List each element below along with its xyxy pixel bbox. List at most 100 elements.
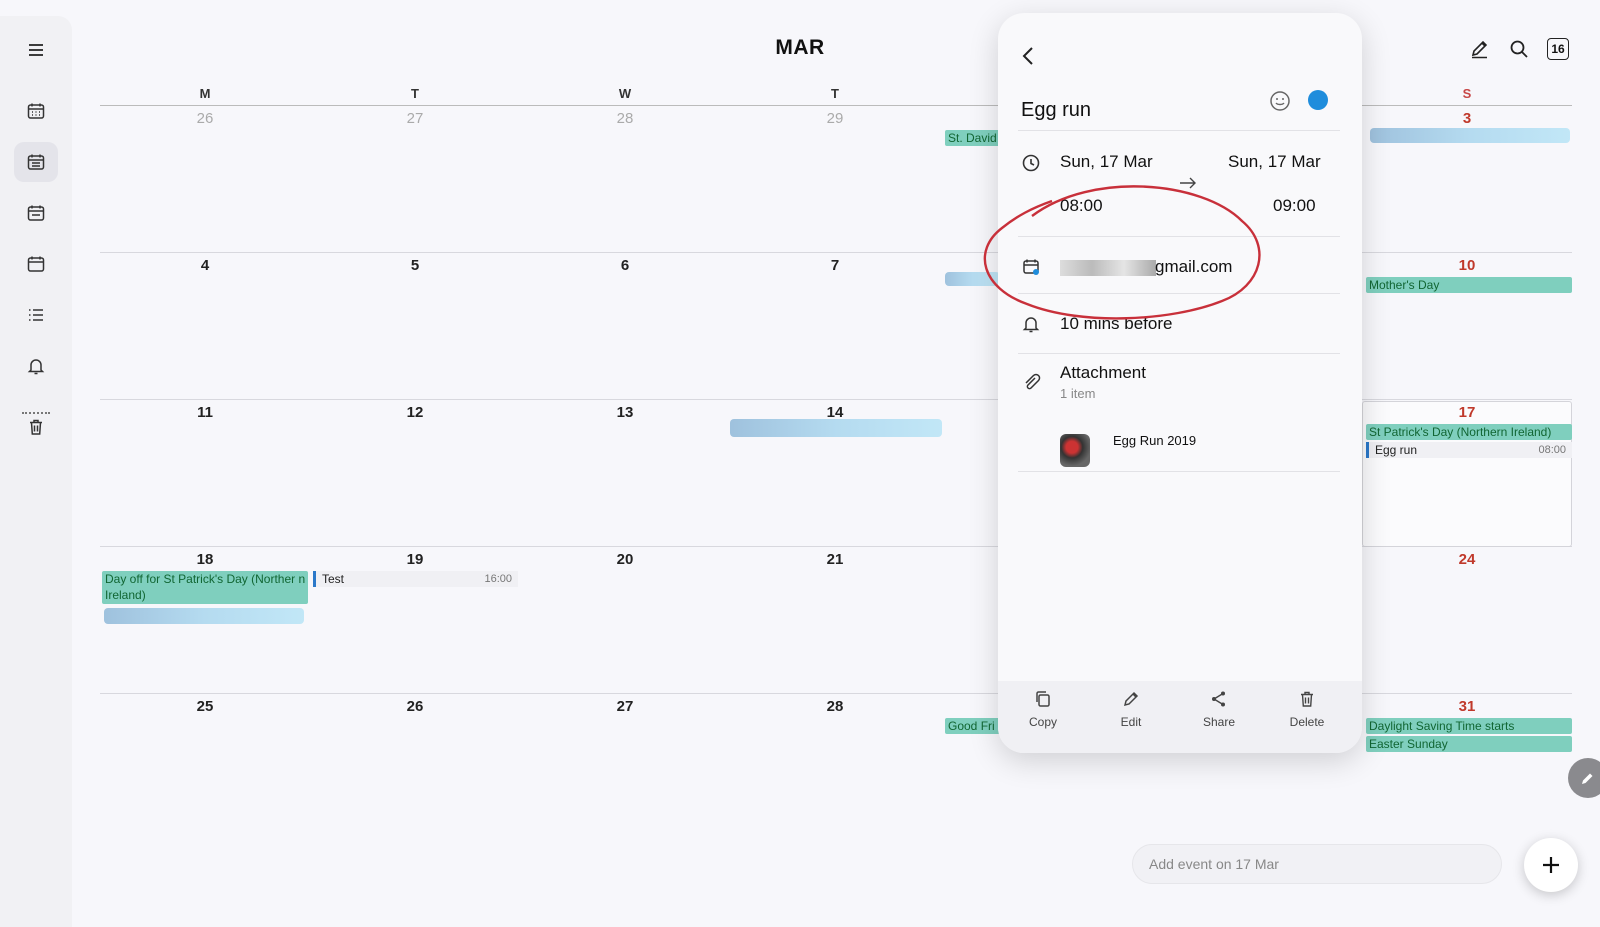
redacted-event	[104, 608, 304, 624]
bell-icon	[1022, 317, 1040, 333]
copy-button[interactable]: Copy	[1008, 689, 1078, 731]
redacted-event	[945, 272, 1000, 286]
day-cell[interactable]: 19	[310, 551, 520, 568]
delete-label: Delete	[1289, 715, 1325, 729]
event-title: Egg run	[1021, 99, 1092, 121]
event-dst-starts[interactable]: Daylight Saving Time starts	[1366, 718, 1572, 734]
day-cell[interactable]: 6	[520, 257, 730, 274]
share-icon	[1212, 691, 1225, 707]
day-cell[interactable]: 28	[520, 110, 730, 127]
event-st-patricks-day[interactable]: St Patrick's Day (Northern Ireland)	[1366, 424, 1572, 440]
day-view-icon[interactable]	[14, 244, 58, 284]
day-cell[interactable]: 27	[310, 110, 520, 127]
day-cell[interactable]: 24	[1362, 551, 1572, 568]
reminder-bell-icon[interactable]	[14, 346, 58, 386]
edit-icon	[1123, 691, 1139, 707]
delete-icon	[1301, 691, 1313, 707]
divider	[1018, 353, 1340, 354]
day-cell[interactable]: 25	[100, 698, 310, 715]
day-cell[interactable]: 27	[520, 698, 730, 715]
copy-label: Copy	[1028, 715, 1057, 729]
attachment-filename[interactable]: Egg Run 2019	[1113, 433, 1196, 448]
redacted-event	[1370, 128, 1570, 143]
event-time: 16:00	[484, 573, 512, 585]
share-button[interactable]: Share	[1184, 689, 1254, 731]
attachment-count: 1 item	[1060, 386, 1096, 401]
weekday-wed: W	[618, 86, 632, 101]
pencil-icon	[1582, 773, 1593, 784]
weekday-thu: T	[831, 86, 839, 101]
attachment-label: Attachment	[1060, 363, 1146, 382]
floating-edit-button[interactable]	[1568, 758, 1600, 798]
divider	[1018, 293, 1340, 294]
emoji-icon[interactable]	[1268, 89, 1292, 113]
end-time[interactable]: 09:00	[1273, 196, 1316, 216]
day-cell[interactable]: 21	[730, 551, 940, 568]
paperclip-icon	[1025, 373, 1041, 390]
day-cell[interactable]: 13	[520, 404, 730, 421]
selected-day-cell[interactable]	[1362, 401, 1572, 547]
edit-pen-icon[interactable]	[1467, 36, 1493, 62]
divider	[1018, 471, 1340, 472]
menu-icon[interactable]	[14, 30, 58, 70]
event-title: Egg run	[1375, 443, 1418, 457]
reminder-text[interactable]: 10 mins before	[1060, 314, 1172, 334]
day-cell[interactable]: 10	[1362, 257, 1572, 274]
event-title: Test	[322, 572, 345, 586]
day-cell[interactable]: 26	[310, 698, 520, 715]
calendar-account[interactable]: gmail.com	[1155, 257, 1232, 277]
event-good-friday[interactable]: Good Fri	[945, 718, 1005, 734]
day-cell[interactable]: 17	[1362, 404, 1572, 421]
add-event-input[interactable]: Add event on 17 Mar	[1132, 844, 1502, 884]
edit-button[interactable]: Edit	[1096, 689, 1166, 731]
day-cell[interactable]: 31	[1362, 698, 1572, 715]
divider	[1018, 236, 1340, 237]
search-icon[interactable]	[1506, 36, 1532, 62]
end-date[interactable]: Sun, 17 Mar	[1228, 152, 1321, 172]
start-time[interactable]: 08:00	[1060, 196, 1103, 216]
today-date-label: 16	[1547, 38, 1569, 60]
event-detail-panel: Egg run Sun, 17 Mar Sun, 17 Mar 08:00 09…	[998, 13, 1362, 753]
day-cell[interactable]: 28	[730, 698, 940, 715]
day-cell[interactable]: 7	[730, 257, 940, 274]
sidebar	[0, 16, 72, 927]
start-date[interactable]: Sun, 17 Mar	[1060, 152, 1153, 172]
event-test[interactable]: Test 16:00	[313, 571, 518, 587]
year-view-icon[interactable]	[14, 91, 58, 131]
share-label: Share	[1202, 715, 1236, 729]
event-st-david[interactable]: St. David	[945, 130, 1005, 146]
back-arrow-icon[interactable]	[1016, 43, 1042, 69]
month-view-icon[interactable]	[14, 142, 58, 182]
event-easter-sunday[interactable]: Easter Sunday	[1366, 736, 1572, 752]
trash-icon[interactable]	[14, 407, 58, 447]
weekday-tue: T	[411, 86, 419, 101]
weekday-mon: M	[199, 86, 211, 101]
arrow-right-icon	[1180, 177, 1196, 189]
event-color-dot[interactable]	[1308, 90, 1328, 110]
day-cell[interactable]: 18	[100, 551, 310, 568]
event-egg-run[interactable]: Egg run 08:00	[1366, 442, 1572, 458]
today-button[interactable]: 16	[1545, 36, 1571, 62]
event-mothers-day[interactable]: Mother's Day	[1366, 277, 1572, 293]
day-cell[interactable]: 3	[1362, 110, 1572, 127]
calendar-account-icon	[1023, 259, 1039, 275]
day-cell[interactable]: 5	[310, 257, 520, 274]
day-cell[interactable]: 4	[100, 257, 310, 274]
day-cell[interactable]: 20	[520, 551, 730, 568]
event-time: 08:00	[1538, 444, 1566, 456]
delete-button[interactable]: Delete	[1272, 689, 1342, 731]
list-view-icon[interactable]	[14, 295, 58, 335]
clock-icon	[1022, 154, 1040, 172]
redacted-account-prefix	[1060, 260, 1156, 276]
month-title[interactable]: MAR	[600, 36, 1000, 60]
week-view-icon[interactable]	[14, 193, 58, 233]
add-event-button[interactable]	[1524, 838, 1578, 892]
day-cell[interactable]: 11	[100, 404, 310, 421]
day-cell[interactable]: 26	[100, 110, 310, 127]
day-cell[interactable]: 29	[730, 110, 940, 127]
attachment-thumbnail[interactable]	[1060, 434, 1090, 467]
day-cell[interactable]: 12	[310, 404, 520, 421]
copy-icon	[1036, 691, 1050, 707]
event-day-off[interactable]: Day off for St Patrick's Day (Norther n …	[102, 571, 308, 604]
weekday-sun: S	[1462, 86, 1472, 101]
